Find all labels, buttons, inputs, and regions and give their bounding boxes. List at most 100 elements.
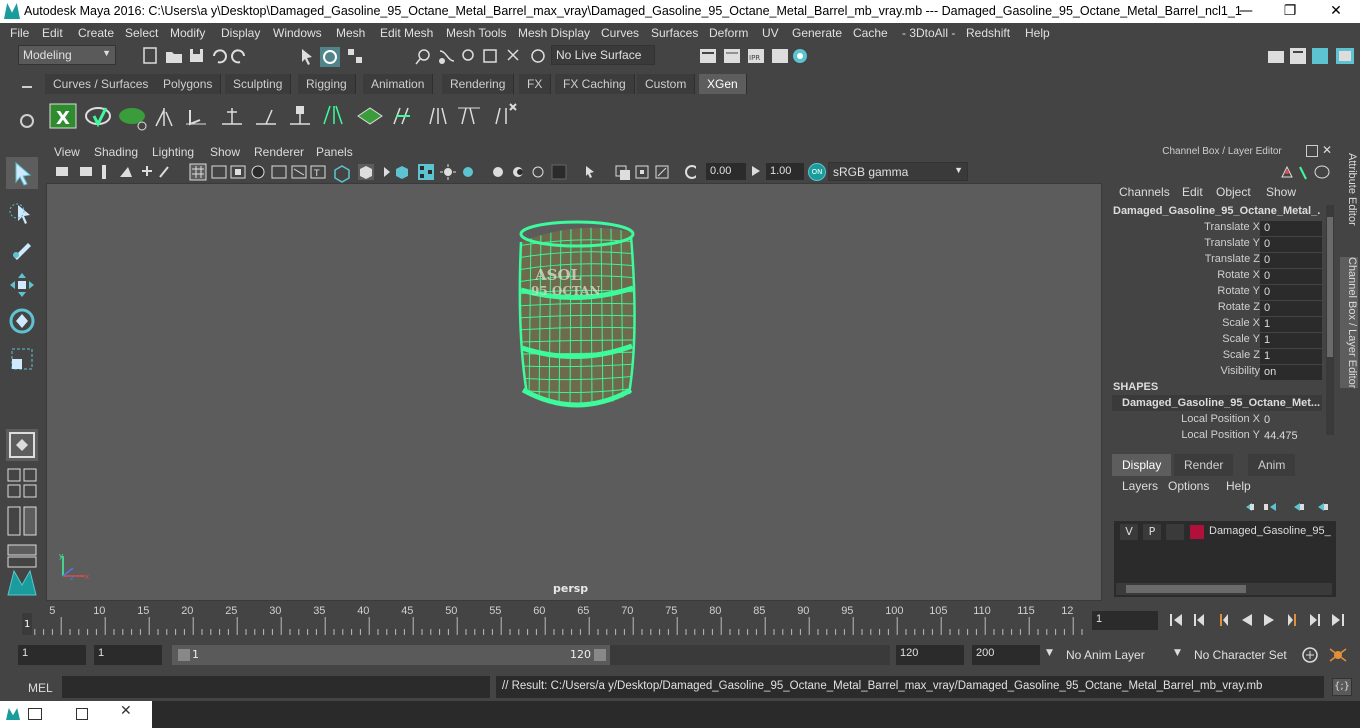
anim-layer-dropdown[interactable]: No Anim Layer (1062, 644, 1162, 666)
menu-mesh-tools[interactable]: Mesh Tools (446, 26, 506, 40)
attr-value-field[interactable]: 0 (1260, 237, 1322, 252)
minimize-button[interactable]: — (1231, 2, 1261, 20)
move-tool-button[interactable] (6, 269, 38, 301)
time-slider[interactable]: 5 10 15 20 25 30 35 40 45 50 55 60 65 70 75 80 85 90 95 100… (18, 605, 1086, 635)
viewport-menu-lighting[interactable]: Lighting (152, 145, 194, 159)
menu-edit-mesh[interactable]: Edit Mesh (380, 26, 433, 40)
menu-uv[interactable]: UV (762, 26, 779, 40)
layer-tab-anim[interactable]: Anim (1248, 454, 1296, 476)
shelf-tab-polygons[interactable]: Polygons (155, 74, 222, 94)
attr-label[interactable]: Scale Y (1222, 333, 1260, 345)
menu-surfaces[interactable]: Surfaces (651, 26, 698, 40)
shape-name[interactable]: Damaged_Gasoline_95_Octane_Met... (1122, 397, 1320, 409)
cb-menu-object[interactable]: Object (1216, 185, 1251, 199)
shelf-tab-animation[interactable]: Animation (363, 74, 434, 94)
playback-start-field[interactable]: 1 (94, 645, 162, 665)
lasso-tool-button[interactable] (6, 197, 38, 229)
menu-deform[interactable]: Deform (709, 26, 748, 40)
cb-menu-show[interactable]: Show (1266, 185, 1296, 199)
layer-playback-toggle[interactable]: P (1143, 524, 1161, 540)
gamma-icon[interactable] (750, 164, 762, 178)
menu-display[interactable]: Display (221, 26, 260, 40)
command-language-label[interactable]: MEL (28, 681, 53, 695)
gear-icon[interactable] (20, 114, 34, 128)
range-slider[interactable]: 1 120 (172, 645, 610, 665)
viewport-menu-panels[interactable]: Panels (316, 145, 353, 159)
menu-mesh-display[interactable]: Mesh Display (518, 26, 590, 40)
viewport-toolbar-icons[interactable]: T (46, 161, 699, 183)
attr-label[interactable]: Scale Z (1223, 349, 1260, 361)
shelf-tab-sculpting[interactable]: Sculpting (225, 74, 292, 94)
layer-display-type-toggle[interactable] (1166, 524, 1184, 540)
layer-tab-render[interactable]: Render (1174, 454, 1234, 476)
attr-value-field[interactable]: on (1260, 365, 1322, 380)
channel-box-scrollbar[interactable] (1326, 205, 1334, 435)
layout-side-button[interactable] (6, 505, 38, 537)
menu-cache[interactable]: Cache (853, 26, 888, 40)
gamma-field[interactable]: 1.00 (766, 163, 804, 180)
mode-dropdown[interactable]: Modeling ▼ (18, 45, 116, 65)
channel-box-layer-editor-tab[interactable]: Channel Box / Layer Editor (1340, 257, 1358, 389)
layer-tool-icons[interactable] (1240, 499, 1336, 515)
attr-label[interactable]: Rotate Z (1218, 301, 1260, 313)
menu-windows[interactable]: Windows (273, 26, 322, 40)
menu-redshift[interactable]: Redshift (966, 26, 1010, 40)
shape-attr-label[interactable]: Local Position X (1181, 413, 1260, 425)
layout-single-button[interactable] (6, 429, 38, 461)
layer-list-scrollbar[interactable] (1116, 583, 1332, 595)
attr-value-field[interactable]: 0 (1260, 269, 1322, 284)
perspective-viewport[interactable]: ASOL 95 OCTAN y x z persp (46, 183, 1102, 601)
attr-value-field[interactable]: 1 (1260, 349, 1322, 364)
color-management-toggle-icon[interactable]: ON (808, 163, 826, 181)
viewport-menu-show[interactable]: Show (210, 145, 240, 159)
key-preferences-icons[interactable] (1300, 645, 1356, 665)
character-set-dropdown[interactable]: No Character Set (1190, 644, 1294, 666)
attr-value-field[interactable]: 0 (1260, 285, 1322, 300)
attr-label[interactable]: Rotate Y (1217, 285, 1260, 297)
menu-help[interactable]: Help (1025, 26, 1050, 40)
script-editor-icon[interactable]: {;} (1332, 678, 1352, 696)
minimized-window[interactable]: ✕ (0, 701, 152, 728)
layer-visibility-toggle[interactable]: V (1120, 524, 1138, 540)
exposure-field[interactable]: 0.00 (706, 163, 746, 180)
attr-value-field[interactable]: 0 (1260, 221, 1322, 236)
attr-label[interactable]: Scale X (1222, 317, 1260, 329)
shelf-tab-curves-surfaces[interactable]: Curves / Surfaces (45, 74, 158, 94)
attr-label[interactable]: Visibility (1220, 365, 1260, 377)
attr-value-field[interactable]: 1 (1260, 333, 1322, 348)
float-panel-icon[interactable] (1306, 145, 1318, 157)
attr-label[interactable]: Rotate X (1217, 269, 1260, 281)
layer-name[interactable]: Damaged_Gasoline_95_O (1209, 525, 1331, 537)
live-surface-field[interactable]: No Live Surface (551, 45, 655, 65)
color-space-dropdown[interactable]: sRGB gamma ▼ (828, 162, 968, 181)
maya-home-button[interactable] (6, 565, 38, 597)
menu-file[interactable]: File (10, 26, 29, 40)
shelf-tab-custom[interactable]: Custom (637, 74, 696, 94)
barrel-mesh[interactable] (47, 184, 1103, 602)
render-icons[interactable]: IPR (696, 45, 816, 67)
attr-label[interactable]: Translate Y (1204, 237, 1260, 249)
chevron-down-icon[interactable]: ▼ (1046, 648, 1053, 658)
shape-attr-label[interactable]: Local Position Y (1181, 429, 1260, 441)
shelf-tab-fx[interactable]: FX (519, 74, 552, 94)
animation-end-field[interactable]: 200 (972, 645, 1040, 665)
channel-box-tool-icons[interactable] (1278, 163, 1334, 181)
close-icon[interactable]: ✕ (120, 703, 132, 719)
layer-tab-display[interactable]: Display (1112, 454, 1172, 476)
chevron-down-icon[interactable]: ▼ (1174, 648, 1181, 658)
menu-3dtoall[interactable]: - 3DtoAll - (902, 26, 955, 40)
menu-edit[interactable]: Edit (42, 26, 63, 40)
viewport-menu-view[interactable]: View (54, 145, 80, 159)
file-tools-icons[interactable] (140, 46, 280, 66)
workspace-icons[interactable] (1264, 45, 1360, 67)
viewport-menu-shading[interactable]: Shading (94, 145, 138, 159)
menu-modify[interactable]: Modify (170, 26, 205, 40)
attribute-editor-tab[interactable]: Attribute Editor (1340, 153, 1358, 226)
menu-mesh[interactable]: Mesh (336, 26, 365, 40)
viewport-menu-renderer[interactable]: Renderer (254, 145, 304, 159)
shelf-tab-xgen[interactable]: XGen (699, 74, 747, 94)
scale-tool-button[interactable] (6, 343, 38, 375)
layout-four-button[interactable] (6, 467, 38, 499)
maximize-icon[interactable] (76, 708, 88, 720)
playback-controls[interactable] (1166, 610, 1360, 630)
